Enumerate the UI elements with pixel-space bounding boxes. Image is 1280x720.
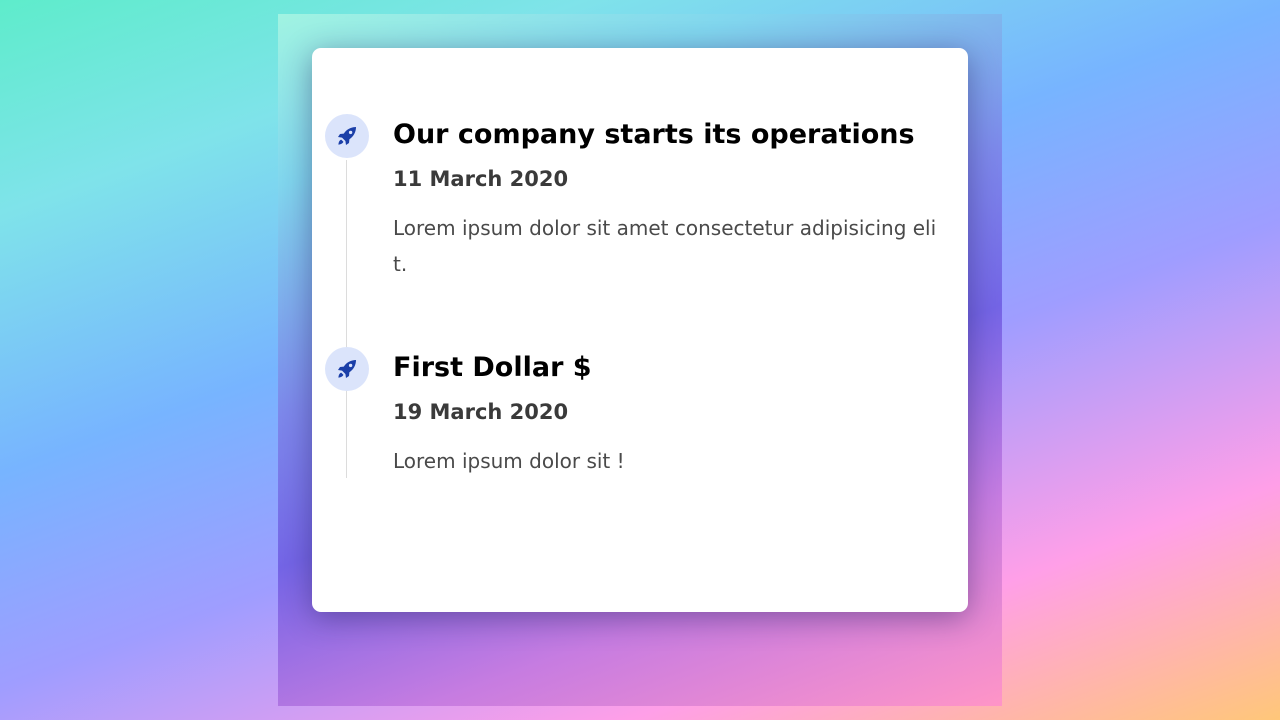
event-description: Lorem ipsum dolor sit ! [393,449,625,473]
event-date: 19 March 2020 [393,400,569,424]
event-title: First Dollar $ [393,352,592,383]
timeline-card: Our company starts its operations 11 Mar… [312,48,968,612]
timeline-line [346,160,347,478]
rocket-icon [325,114,369,158]
event-title: Our company starts its operations [393,119,915,150]
rocket-icon [325,347,369,391]
event-description: Lorem ipsum dolor sit amet consectetur a… [393,216,937,276]
event-date: 11 March 2020 [393,167,569,191]
